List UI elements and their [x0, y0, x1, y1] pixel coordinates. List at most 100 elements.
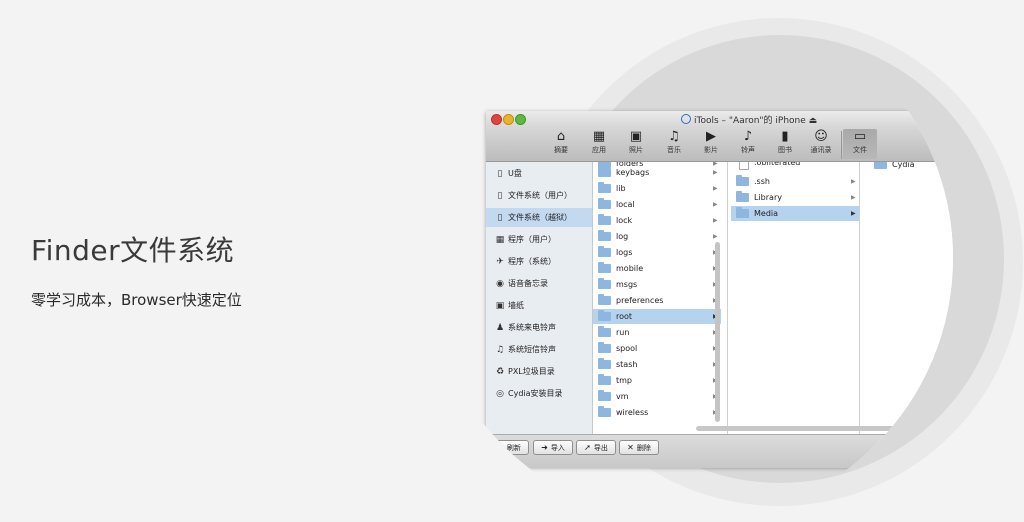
sidebar-item-label: 墙纸	[508, 301, 524, 310]
list-item[interactable]: keybags ▶	[593, 165, 721, 180]
window-title-text: iTools – "Aaron"的 iPhone ⏏	[694, 116, 818, 126]
sidebar-item-udisk[interactable]: ▯ U盘	[486, 164, 592, 183]
sidebar-item-system-ringtones[interactable]: ♟ 系统来电铃声	[486, 318, 592, 337]
gear-icon: ⚙	[938, 129, 950, 144]
column-scrollbar[interactable]	[715, 242, 720, 422]
toolbar-music-button[interactable]: ♫ 音乐	[657, 129, 691, 159]
chevron-right-icon: ▶	[851, 194, 856, 201]
phone-icon: ▯	[497, 213, 503, 223]
toolbar-books-button[interactable]: ▮ 图书	[768, 129, 802, 159]
toolbar-summary-button[interactable]: ⌂ 摘要	[544, 129, 578, 159]
contacts-icon: ☺	[814, 129, 828, 144]
list-item[interactable]: Cydia	[869, 162, 953, 172]
list-item[interactable]: .ssh ▶	[731, 174, 859, 189]
folder-icon	[598, 166, 611, 177]
list-item[interactable]: logs▶	[593, 245, 721, 260]
music-icon: ♫	[495, 345, 505, 355]
list-item-selected[interactable]: Media ▶	[731, 206, 859, 221]
sidebar-item-label: 程序（用户）	[508, 235, 556, 244]
list-item[interactable]: run▶	[593, 325, 721, 340]
list-item[interactable]: mobile▶	[593, 261, 721, 276]
chevron-right-icon: ▶	[713, 217, 718, 224]
chevron-right-icon: ▶	[851, 210, 856, 217]
apps-icon: ▦	[495, 235, 505, 245]
folder-icon	[598, 214, 611, 225]
window-title: iTools – "Aaron"的 iPhone ⏏	[681, 113, 817, 126]
close-icon: ✕	[627, 443, 634, 452]
book-icon: ▮	[781, 129, 789, 144]
folder-icon	[598, 310, 611, 321]
list-item[interactable]: stash▶	[593, 357, 721, 372]
folder-icon	[598, 342, 611, 353]
list-item[interactable]: wireless▶	[593, 405, 721, 420]
home-icon: ⌂	[556, 129, 566, 144]
toolbar-apps-button[interactable]: ▦ 应用	[582, 129, 616, 159]
export-button[interactable]: ➚ 导出	[576, 440, 616, 455]
toolbar: ⌂ 摘要 ▦ 应用 ▣ 照片 ♫ 音乐 ▶ 影片 ♪ 铃声 ▮ 图书 ☺ 通讯录 ▭ 文件 ⚙ 高级	[486, 127, 953, 162]
zoom-window-button[interactable]	[515, 114, 526, 125]
folder-icon: ▭	[853, 129, 867, 144]
list-item[interactable]: preferences▶	[593, 293, 721, 308]
list-item[interactable]: spool▶	[593, 341, 721, 356]
list-item[interactable]: log ▶	[593, 229, 721, 244]
sidebar-item-cydia[interactable]: ◎ Cydia安装目录	[486, 384, 592, 403]
folder-icon	[736, 191, 749, 202]
sidebar-item-filesystem-user[interactable]: ▯ 文件系统（用户）	[486, 186, 592, 205]
toolbar-label: 摘要	[554, 146, 568, 154]
sidebar-item-label: 语音备忘录	[508, 279, 548, 288]
photo-icon: ▣	[629, 129, 643, 144]
list-item[interactable]: tmp▶	[593, 373, 721, 388]
toolbar-label: 文件	[853, 146, 867, 154]
delete-button[interactable]: ✕ 删除	[619, 440, 659, 455]
browser-column-3: Cydia	[869, 162, 953, 434]
folder-icon	[598, 230, 611, 241]
toolbar-ringtones-button[interactable]: ♪ 铃声	[731, 129, 765, 159]
chevron-right-icon: ▶	[713, 169, 718, 176]
close-window-button[interactable]	[491, 114, 502, 125]
folder-icon	[598, 262, 611, 273]
sidebar-item-wallpaper[interactable]: ▣ 墙纸	[486, 296, 592, 315]
trash-icon: ♻	[495, 367, 505, 377]
toolbar-separator	[841, 131, 842, 159]
browser-column-2: .obliterated .ssh ▶ Library ▶ Media ▶	[731, 162, 860, 434]
toolbar-video-button[interactable]: ▶ 影片	[694, 129, 728, 159]
toolbar-label: 通讯录	[810, 146, 832, 154]
folder-icon	[598, 374, 611, 385]
list-item[interactable]: .obliterated	[731, 162, 859, 170]
list-item[interactable]: vm▶	[593, 389, 721, 404]
list-item-selected[interactable]: root▶	[593, 309, 721, 324]
sidebar-item-voice-memos[interactable]: ◉ 语音备忘录	[486, 274, 592, 293]
toolbar-files-button[interactable]: ▭ 文件	[843, 129, 877, 159]
apps-icon: ▦	[592, 129, 606, 144]
sidebar-item-pxl-trash[interactable]: ♻ PXL垃圾目录	[486, 362, 592, 381]
toolbar-advanced-button[interactable]: ⚙ 高级	[927, 129, 953, 159]
refresh-button[interactable]: ↻ 刷新	[489, 440, 529, 455]
toolbar-label: 影片	[704, 146, 718, 154]
play-icon: ▶	[706, 129, 716, 144]
image-icon: ▣	[495, 301, 505, 311]
folder-icon	[598, 278, 611, 289]
toolbar-label: 应用	[592, 146, 606, 154]
sidebar-item-apps-user[interactable]: ▦ 程序（用户）	[486, 230, 592, 249]
toolbar-label: 铃声	[741, 146, 755, 154]
import-button[interactable]: ➜ 导入	[533, 440, 573, 455]
list-item[interactable]: msgs▶	[593, 277, 721, 292]
toolbar-contacts-button[interactable]: ☺ 通讯录	[804, 129, 838, 159]
folder-icon	[598, 406, 611, 417]
itools-icon	[681, 114, 691, 124]
list-item[interactable]: Library ▶	[731, 190, 859, 205]
folder-icon	[598, 390, 611, 401]
sidebar-item-sms-tones[interactable]: ♫ 系统短信铃声	[486, 340, 592, 359]
folder-icon	[598, 198, 611, 209]
sidebar-item-apps-system[interactable]: ✈ 程序（系统）	[486, 252, 592, 271]
toolbar-label: 图书	[778, 146, 792, 154]
sidebar-item-filesystem-jailbreak[interactable]: ▯ 文件系统（越狱）	[486, 208, 592, 227]
list-item[interactable]: lock ▶	[593, 213, 721, 228]
list-item[interactable]: lib ▶	[593, 181, 721, 196]
list-item[interactable]: local ▶	[593, 197, 721, 212]
toolbar-photos-button[interactable]: ▣ 照片	[619, 129, 653, 159]
folder-icon	[736, 175, 749, 186]
horizontal-scrollbar[interactable]	[696, 426, 953, 431]
browser-column-1: folders ▶ keybags ▶ lib ▶ local ▶ lock ▶ log ▶…	[593, 162, 728, 434]
minimize-window-button[interactable]	[503, 114, 514, 125]
